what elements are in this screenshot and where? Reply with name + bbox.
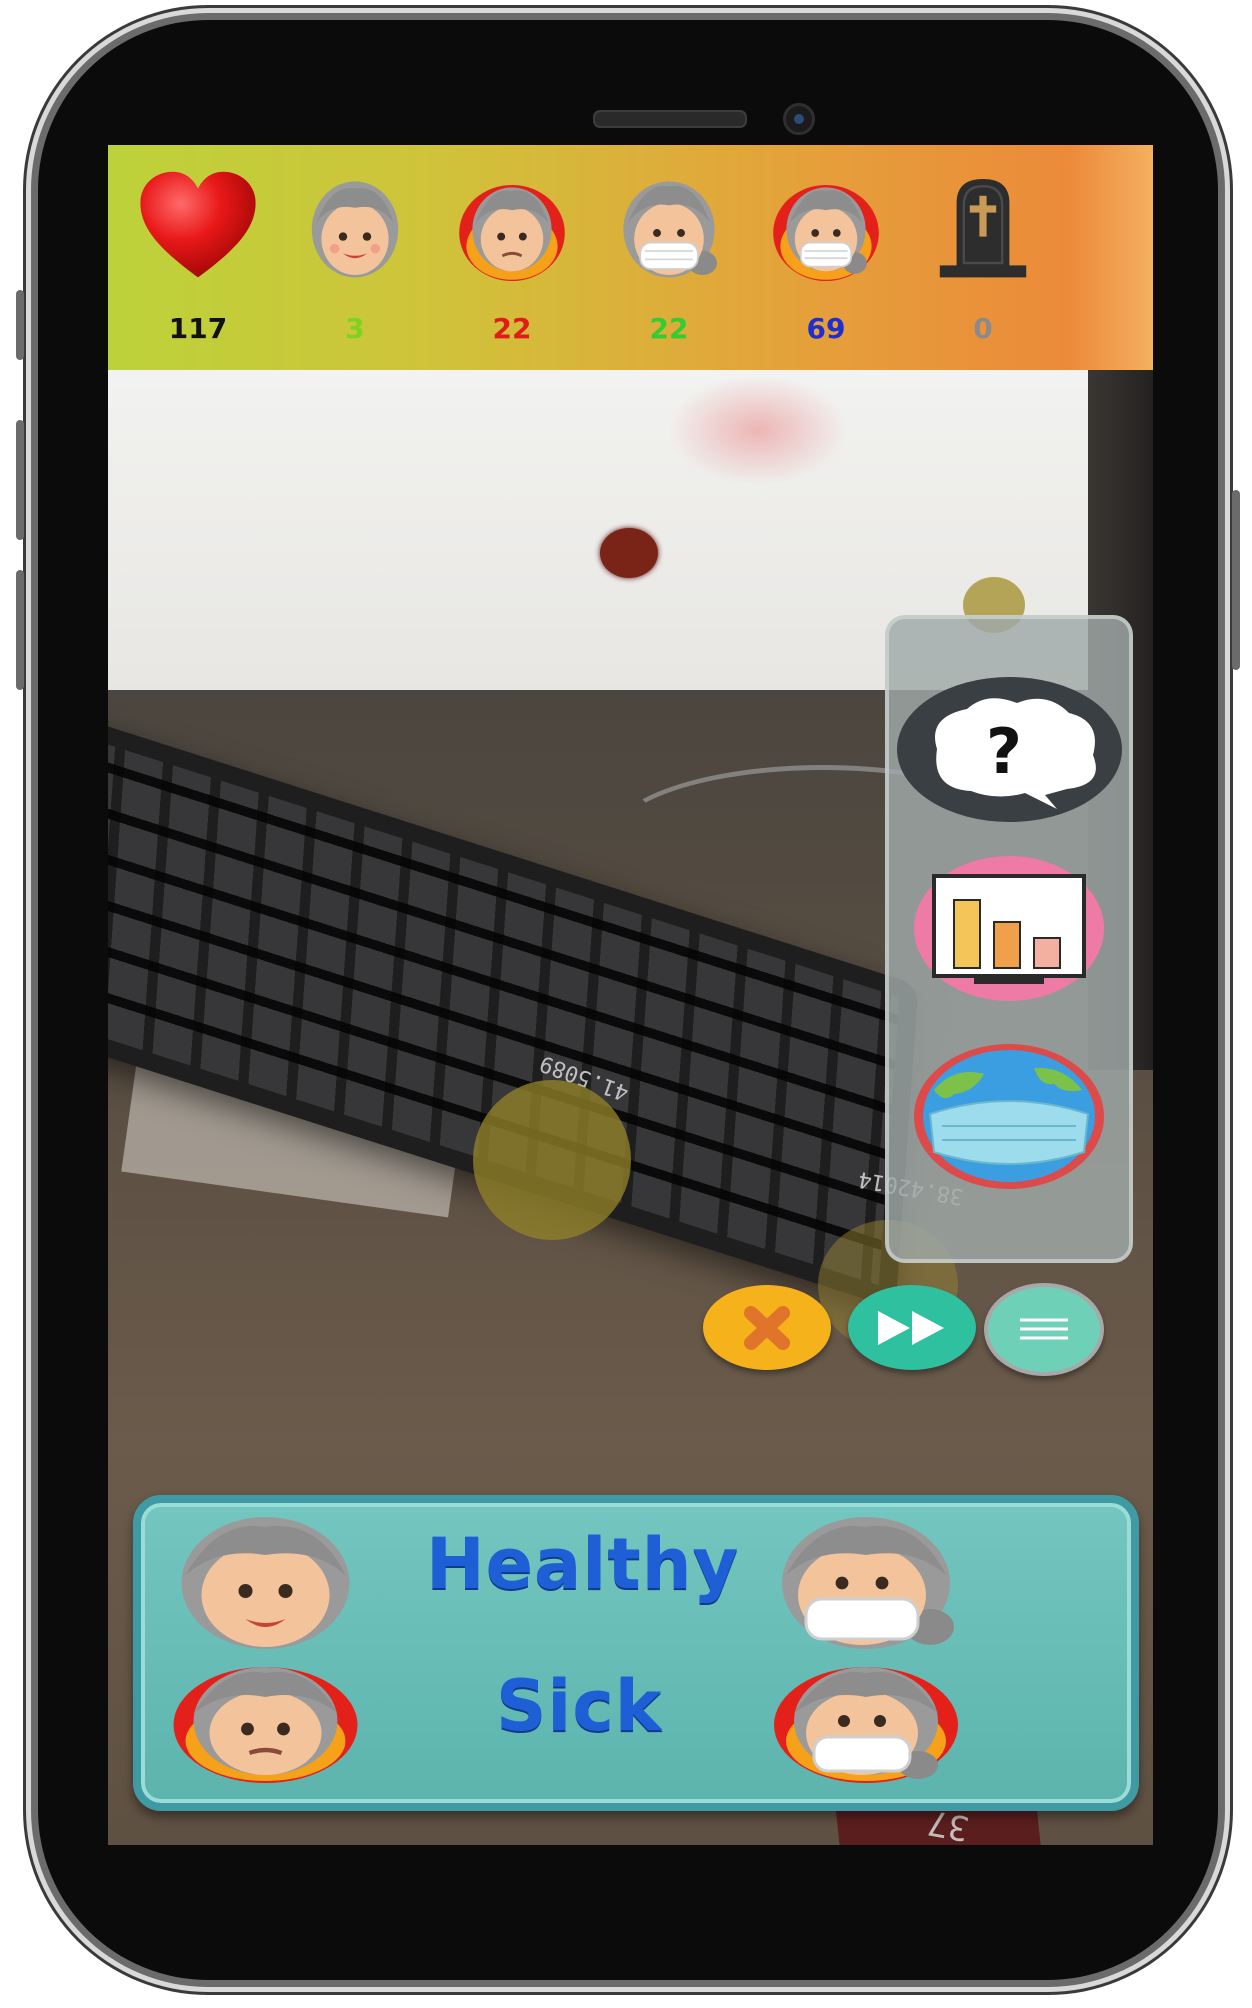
mute-switch xyxy=(16,290,24,360)
world-mask-button[interactable] xyxy=(914,1044,1104,1189)
sick-face-icon xyxy=(459,185,565,281)
stat-deaths: 0 xyxy=(908,167,1058,367)
volume-up-button xyxy=(16,420,24,540)
earpiece-speaker xyxy=(593,110,747,128)
virus-particle[interactable] xyxy=(473,1080,631,1240)
stat-sick: 22 xyxy=(437,167,587,367)
stat-healthy: 3 xyxy=(280,167,430,367)
game-screen: 41.5089 38.42014 37 117 3 xyxy=(108,145,1153,1845)
fast-forward-button[interactable] xyxy=(848,1285,976,1370)
help-button[interactable]: ? xyxy=(897,677,1122,822)
hamburger-menu-icon xyxy=(1020,1318,1068,1340)
fast-forward-icon xyxy=(878,1311,944,1345)
virus-glow xyxy=(668,375,848,485)
question-bubble-icon: ? xyxy=(935,698,1096,809)
legend-healthy-label: Healthy xyxy=(426,1523,740,1605)
sick-masked-face-icon xyxy=(774,1667,958,1783)
stat-sick-masked: 69 xyxy=(751,167,901,367)
healthy-masked-face-icon xyxy=(623,181,717,278)
heart-icon xyxy=(140,171,256,278)
volume-down-button xyxy=(16,570,24,690)
stat-sick-value: 22 xyxy=(492,312,532,345)
power-button xyxy=(1232,490,1240,670)
sick-face-icon xyxy=(173,1667,358,1783)
stat-sick-masked-value: 69 xyxy=(806,312,846,345)
stat-total: 117 xyxy=(123,167,273,367)
stat-healthy-masked: 22 xyxy=(594,167,744,367)
legend-sick-label: Sick xyxy=(496,1665,663,1747)
tombstone-icon xyxy=(939,179,1027,278)
front-camera xyxy=(783,103,815,135)
statistics-button[interactable] xyxy=(914,856,1104,1001)
menu-button[interactable] xyxy=(984,1283,1104,1376)
stat-deaths-value: 0 xyxy=(973,312,993,345)
virus-particle[interactable] xyxy=(600,528,658,578)
bar-chart-icon xyxy=(932,874,1086,984)
side-menu-panel: ? xyxy=(885,615,1133,1263)
healthy-masked-face-icon xyxy=(782,1517,954,1649)
healthy-face-icon xyxy=(311,181,399,278)
svg-text:?: ? xyxy=(986,715,1022,788)
stat-total-value: 117 xyxy=(168,312,228,345)
stats-header: 117 3 22 22 69 0 xyxy=(108,145,1153,370)
stat-healthy-masked-value: 22 xyxy=(649,312,689,345)
close-icon xyxy=(744,1306,790,1350)
stop-button[interactable] xyxy=(703,1285,831,1370)
legend-panel: Healthy Sick xyxy=(133,1495,1139,1811)
stat-healthy-value: 3 xyxy=(345,312,365,345)
earth-mask-icon xyxy=(923,1050,1095,1182)
sick-masked-face-icon xyxy=(773,185,879,281)
healthy-face-icon xyxy=(181,1517,350,1649)
